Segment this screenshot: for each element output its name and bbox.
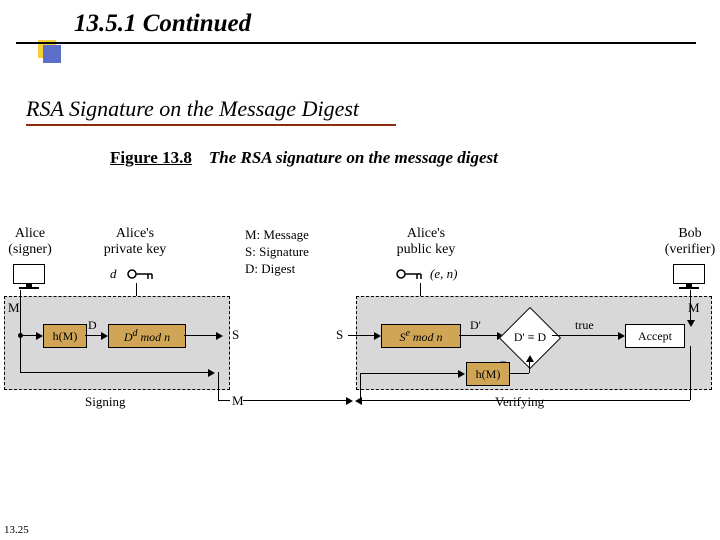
M-label-signer: M — [8, 300, 20, 316]
signing-caption: Signing — [85, 394, 125, 410]
figure-line: Figure 13.8 The RSA signature on the mes… — [110, 148, 498, 168]
m-out-v — [218, 372, 219, 400]
dprime-line — [459, 335, 499, 336]
M-feedback-label: M — [232, 393, 244, 409]
s-out-head — [216, 332, 223, 340]
s-out-line — [184, 335, 218, 336]
key-icon — [395, 264, 425, 284]
alice-key-label: Alice's private key — [95, 226, 175, 258]
D-label-signer: D — [88, 318, 97, 333]
m-bridge — [243, 400, 348, 401]
title-rule — [16, 42, 696, 44]
bullet-front — [43, 45, 61, 63]
slide-number: 13.25 — [4, 524, 29, 536]
section-title: 13.5.1 Continued — [74, 10, 251, 38]
S-label-signer: S — [232, 327, 239, 343]
key-icon — [126, 264, 156, 284]
m-down-line — [20, 290, 21, 333]
s-in-line — [348, 335, 376, 336]
m-bridge-head — [346, 397, 353, 405]
bob-name: Bob(verifier) — [660, 226, 720, 258]
m-fb-line — [20, 372, 210, 373]
true-line — [552, 335, 620, 336]
figure-label: Figure 13.8 — [110, 148, 192, 167]
Dprime-label: D' — [470, 318, 481, 333]
m-out-h — [218, 400, 230, 401]
d-head — [101, 332, 108, 340]
subtitle-rule — [26, 124, 396, 126]
slide: 13.5.1 Continued RSA Signature on the Me… — [0, 0, 720, 540]
hash-box-verifier: h(M) — [466, 362, 510, 386]
true-label: true — [575, 318, 594, 333]
true-head — [618, 332, 625, 340]
computer-icon — [672, 264, 706, 288]
alice-name: Alice(signer) — [0, 226, 60, 258]
accept-box: Accept — [625, 324, 685, 348]
verify-box: Se mod n — [381, 324, 461, 348]
figure-caption: The RSA signature on the message digest — [209, 148, 498, 167]
m-down2 — [20, 337, 21, 372]
compare-text: D' ≡ D — [509, 330, 551, 345]
S-in-label: S — [336, 327, 343, 343]
m-to-hash-head — [36, 332, 43, 340]
alice-key-value: d — [110, 266, 117, 282]
bob-key-value: (e, n) — [430, 266, 457, 282]
alice-public-key-label: Alice's public key — [386, 226, 466, 258]
d-up-head — [526, 355, 534, 362]
computer-icon — [12, 264, 46, 288]
verifying-caption: Verifying — [495, 394, 544, 410]
m-bob-down — [690, 290, 691, 322]
m-ver-v — [690, 346, 691, 400]
sign-box: Dd mod n — [108, 324, 186, 348]
legend: M: Message S: Signature D: Digest — [245, 226, 309, 277]
m-fb-head — [208, 369, 215, 377]
d-h-line — [510, 373, 529, 374]
m-ver-into-hash — [360, 373, 460, 374]
m-ver-up — [360, 373, 361, 400]
m-ver-into-hash-head — [458, 370, 465, 378]
s-in-head — [374, 332, 381, 340]
slide-subtitle: RSA Signature on the Message Digest — [26, 96, 359, 122]
m-bob-head — [687, 320, 695, 327]
hash-box-signer: h(M) — [43, 324, 87, 348]
